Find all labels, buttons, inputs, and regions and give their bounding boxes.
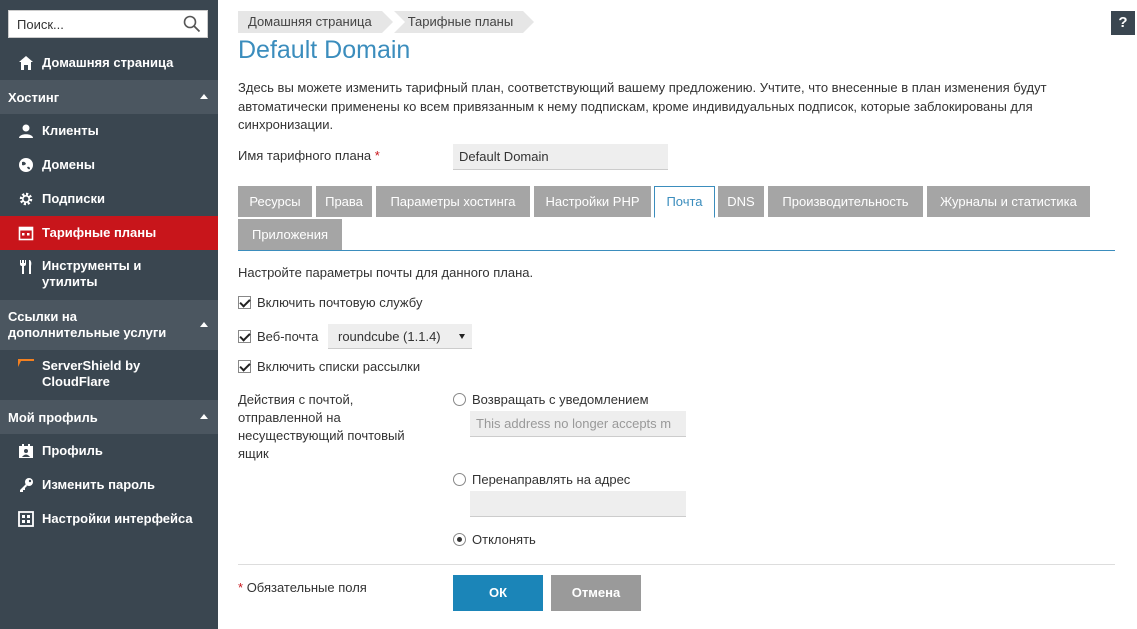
sidebar-item-label: Профиль [42,443,103,458]
enable-mail-checkbox[interactable] [238,296,251,309]
webmail-row[interactable]: Веб-почта [238,329,318,344]
sidebar-item-profile[interactable]: Профиль [0,438,218,464]
required-mark: * [238,580,244,595]
reject-radio[interactable] [453,533,466,546]
breadcrumb-service-plans[interactable]: Тарифные планы [393,11,534,33]
tab-resources[interactable]: Ресурсы [238,186,312,217]
grid-icon [18,511,34,527]
help-button[interactable]: ? [1111,11,1135,35]
cancel-button[interactable]: Отмена [551,575,641,611]
sidebar-item-label: ServerShield by CloudFlare [42,358,141,389]
collapse-caret-icon [200,322,208,327]
sidebar-item-label: Изменить пароль [42,477,156,492]
section-additional-services[interactable]: Ссылки на дополнительные услуги [0,300,218,350]
forward-address-input[interactable] [470,491,686,517]
enable-mail-label: Включить почтовую службу [257,295,423,310]
tab-permissions[interactable]: Права [316,186,372,217]
search-box[interactable] [8,10,208,38]
webmail-checkbox[interactable] [238,330,251,343]
bounce-label: Возвращать с уведомлением [472,392,649,407]
search-input[interactable] [9,11,179,37]
tab-php-settings[interactable]: Настройки PHP [534,186,651,217]
mailing-lists-checkbox[interactable] [238,360,251,373]
section-my-profile[interactable]: Мой профиль [0,400,218,434]
tab-dns[interactable]: DNS [718,186,764,217]
tools-icon [18,259,34,275]
footer-divider [238,564,1115,565]
sidebar-item-subscriptions[interactable]: Подписки [0,186,218,212]
required-mark: * [374,148,380,163]
mail-hint: Настройте параметры почты для данного пл… [238,265,534,280]
cloudflare-icon [18,359,34,375]
breadcrumb-home[interactable]: Домашняя страница [238,11,393,33]
section-hosting[interactable]: Хостинг [0,80,218,114]
page-description: Здесь вы можете изменить тарифный план, … [238,80,1047,132]
sidebar: Домашняя страница Хостинг Клиенты Домены… [0,0,218,629]
forward-radio[interactable] [453,473,466,486]
sidebar-item-label: Домашняя страница [42,55,174,70]
enable-mail-row[interactable]: Включить почтовую службу [238,295,422,310]
tab-applications[interactable]: Приложения [238,219,342,250]
ok-button[interactable]: ОК [453,575,543,611]
search-icon[interactable] [183,15,201,33]
sidebar-item-domains[interactable]: Домены [0,152,218,178]
globe-icon [18,157,34,173]
section-title: Ссылки на дополнительные услуги [8,309,167,340]
sidebar-item-interface-settings[interactable]: Настройки интерфейса [0,506,218,532]
user-icon [18,123,34,139]
sidebar-item-change-password[interactable]: Изменить пароль [0,472,218,498]
bounce-message-input[interactable] [470,411,686,437]
collapse-caret-icon [200,94,208,99]
mailing-lists-row[interactable]: Включить списки рассылки [238,359,420,374]
webmail-select[interactable]: roundcube (1.1.4) [328,324,472,349]
calendar-icon [18,225,34,241]
gear-icon [18,191,34,207]
sidebar-item-label: Тарифные планы [42,225,157,240]
mailing-lists-label: Включить списки рассылки [257,359,421,374]
main-content: Домашняя страница Тарифные планы ? Defau… [218,0,1137,629]
sidebar-item-label: Подписки [42,191,105,206]
forward-option[interactable]: Перенаправлять на адрес [453,472,630,487]
reject-label: Отклонять [472,532,536,547]
tab-hosting-parameters[interactable]: Параметры хостинга [376,186,530,217]
reject-option[interactable]: Отклонять [453,532,536,547]
sidebar-item-servershield[interactable]: ServerShield by CloudFlare [0,358,218,392]
sidebar-item-label: Настройки интерфейса [42,511,193,526]
page-title: Default Domain [238,36,411,64]
sidebar-item-clients[interactable]: Клиенты [0,118,218,144]
section-title: Мой профиль [8,409,98,425]
required-fields-note: * Обязательные поля [238,580,367,595]
bounce-option[interactable]: Возвращать с уведомлением [453,392,649,407]
dropdown-arrow-icon [459,334,465,339]
webmail-selected-value: roundcube (1.1.4) [338,329,441,344]
tab-mail[interactable]: Почта [654,186,715,218]
key-icon [18,477,34,493]
plan-name-input[interactable] [453,144,668,170]
nonexistent-mailbox-actions-label: Действия с почтой, отправленной на несущ… [238,392,405,461]
tab-logs-statistics[interactable]: Журналы и статистика [927,186,1090,217]
collapse-caret-icon [200,414,208,419]
sidebar-item-tools[interactable]: Инструменты и утилиты [0,258,218,292]
section-title: Хостинг [8,89,60,105]
home-icon [18,55,34,71]
required-fields-text: Обязательные поля [246,580,367,595]
bounce-radio[interactable] [453,393,466,406]
tabs-divider [238,250,1115,251]
sidebar-item-label: Инструменты и утилиты [42,258,142,289]
sidebar-item-home[interactable]: Домашняя страница [0,50,218,76]
plan-name-label-text: Имя тарифного плана [238,148,372,163]
plan-name-label: Имя тарифного плана * [238,148,380,163]
sidebar-item-label: Клиенты [42,123,99,138]
forward-label: Перенаправлять на адрес [472,472,631,487]
sidebar-item-label: Домены [42,157,95,172]
tab-performance[interactable]: Производительность [768,186,923,217]
breadcrumb: Домашняя страница Тарифные планы [238,11,535,33]
webmail-label: Веб-почта [257,329,319,344]
sidebar-item-service-plans[interactable]: Тарифные планы [0,216,218,250]
profile-card-icon [18,443,34,459]
